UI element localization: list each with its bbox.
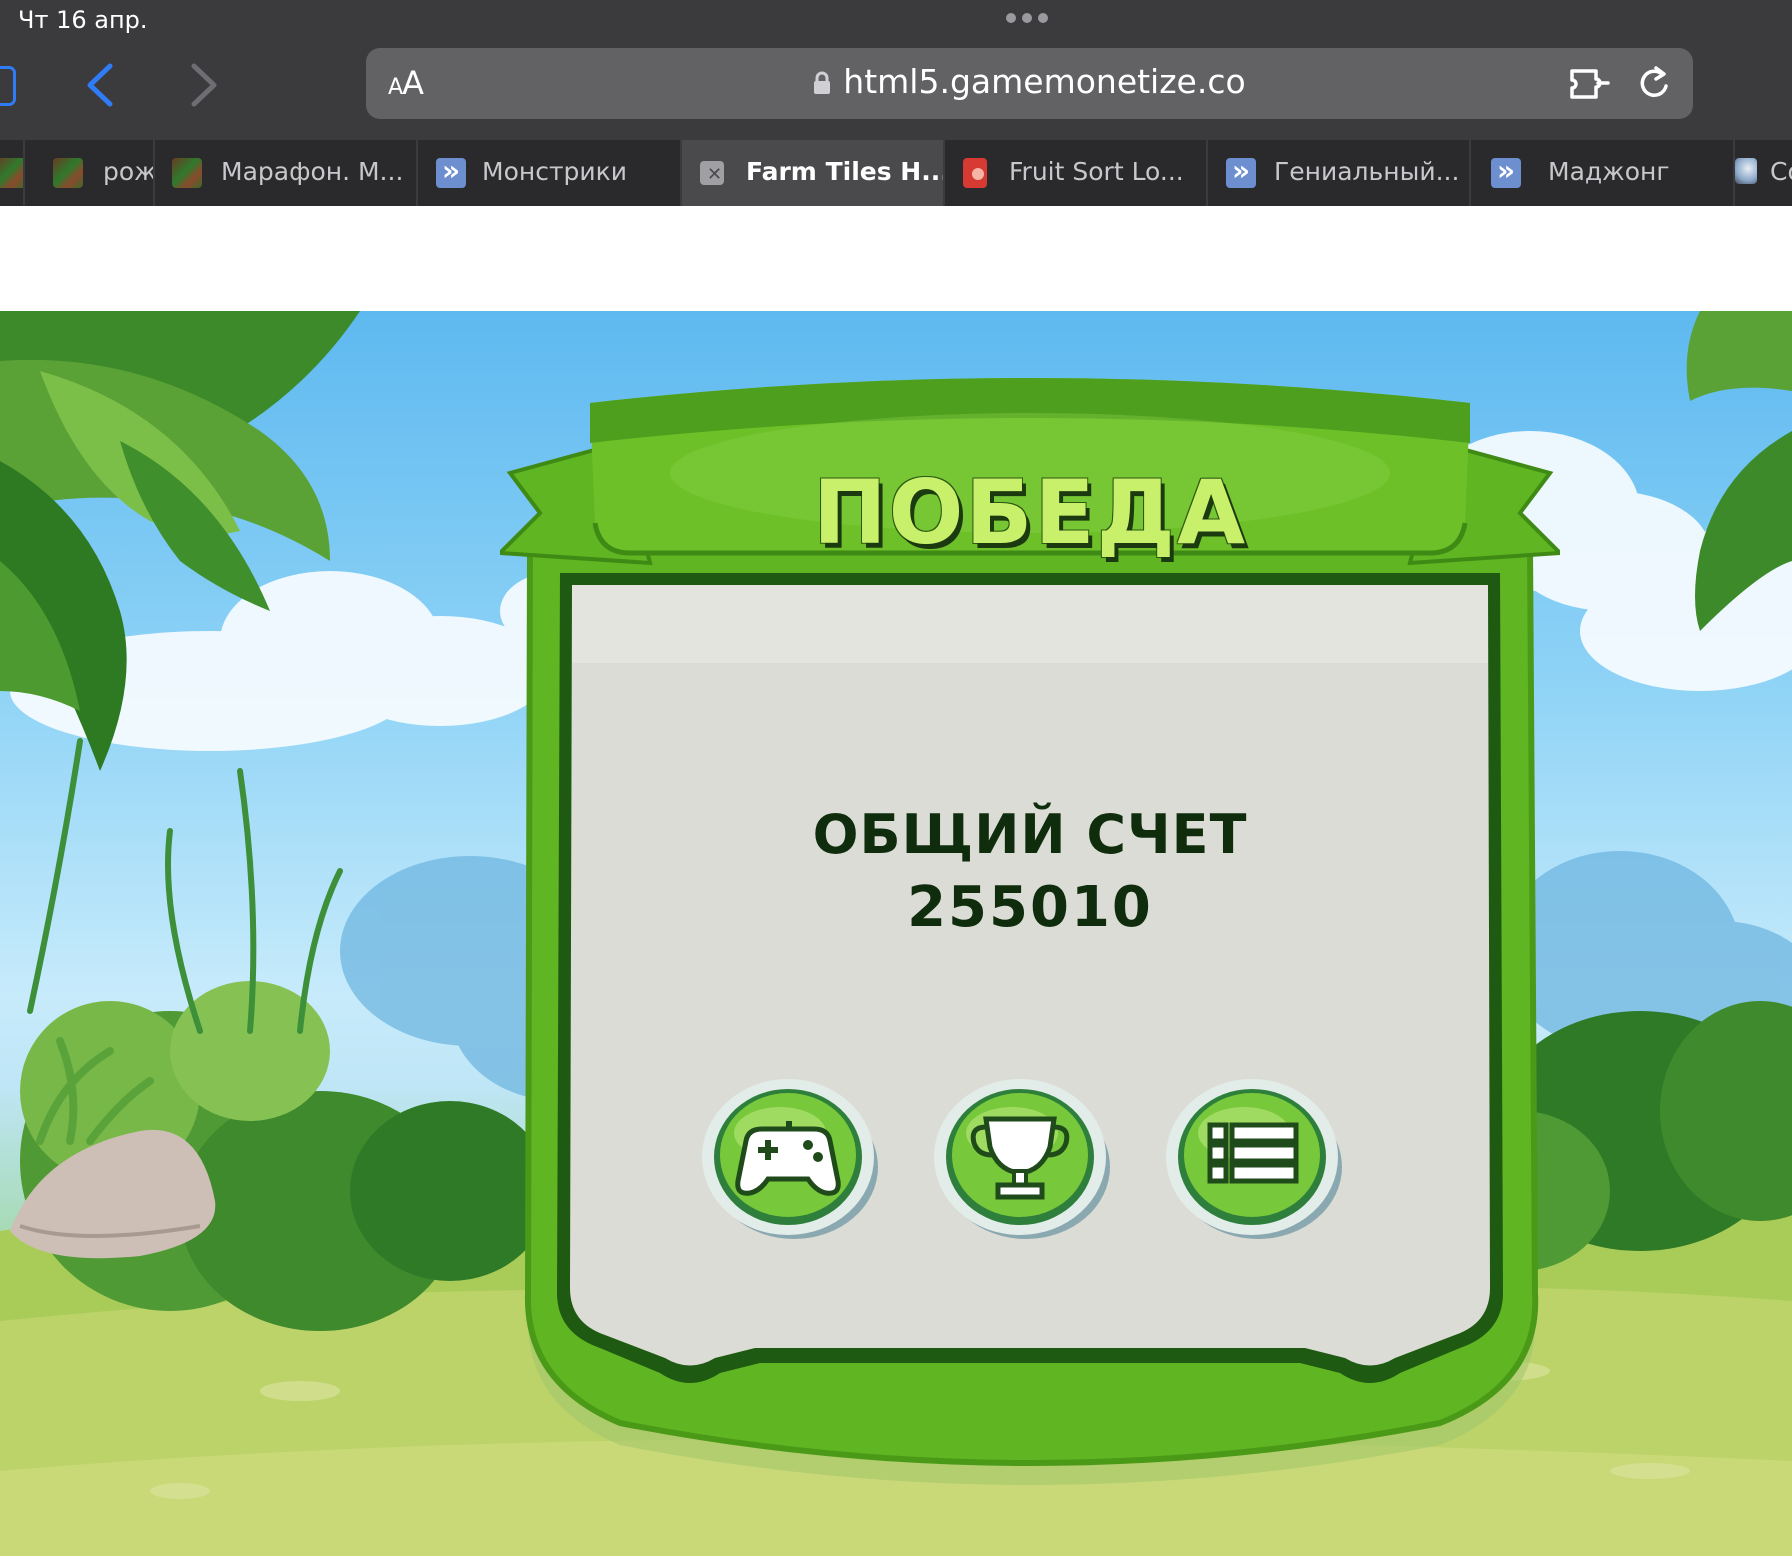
tab-partial-right[interactable]: Co bbox=[1735, 140, 1792, 206]
tab-farm-partial[interactable] bbox=[0, 140, 25, 206]
victory-panel: ПОБЕДА ОБЩИЙ СЧЕТ 255010 bbox=[500, 363, 1560, 1493]
tab-mahjong[interactable]: Маджонг bbox=[1471, 140, 1735, 206]
browser-chrome: Чт 16 апр. AA html5.gamemonetize.co рож … bbox=[0, 0, 1792, 206]
tab-label: Fruit Sort Lo... bbox=[1009, 157, 1184, 186]
forward-arrows-favicon bbox=[436, 154, 466, 188]
forward-arrows-favicon bbox=[1491, 154, 1521, 188]
fruit-favicon bbox=[963, 158, 987, 188]
back-arrow-icon[interactable] bbox=[76, 58, 126, 112]
play-button[interactable] bbox=[698, 1071, 880, 1243]
forward-arrows-favicon bbox=[1226, 154, 1256, 188]
tab-label: рож bbox=[103, 157, 155, 186]
score-label: ОБЩИЙ СЧЕТ bbox=[812, 803, 1248, 866]
tab-label: Гениальный... bbox=[1274, 157, 1460, 186]
tab-label: Маджонг bbox=[1548, 157, 1670, 186]
extension-icon[interactable] bbox=[1568, 65, 1612, 103]
tab-fruit-sort[interactable]: Fruit Sort Lo... bbox=[945, 140, 1208, 206]
status-time: Чт 16 апр. bbox=[18, 6, 148, 34]
multitasking-dots-icon[interactable] bbox=[1006, 13, 1048, 23]
tab-farm-tiles[interactable]: Farm Tiles H... bbox=[682, 140, 945, 206]
score-value: 255010 bbox=[907, 875, 1153, 940]
farm-favicon bbox=[172, 158, 202, 188]
tab-label: Марафон. М... bbox=[221, 157, 404, 186]
reload-icon[interactable] bbox=[1636, 64, 1674, 104]
url-text[interactable]: html5.gamemonetize.co bbox=[843, 62, 1245, 101]
sidebar-icon[interactable] bbox=[0, 66, 16, 106]
lock-icon bbox=[814, 71, 831, 94]
game-canvas[interactable]: ПОБЕДА ОБЩИЙ СЧЕТ 255010 bbox=[0, 311, 1792, 1556]
address-bar[interactable]: AA html5.gamemonetize.co bbox=[366, 48, 1693, 119]
victory-title: ПОБЕДА bbox=[812, 461, 1248, 564]
trophy-button[interactable] bbox=[930, 1071, 1112, 1243]
round-favicon bbox=[1735, 158, 1757, 184]
farm-favicon bbox=[0, 158, 23, 188]
tab-label: Farm Tiles H... bbox=[746, 157, 945, 186]
forward-arrow-icon[interactable] bbox=[178, 58, 228, 112]
menu-button[interactable] bbox=[1162, 1071, 1344, 1243]
tab-bar: рож Марафон. М... Монстрики Farm Tiles H… bbox=[0, 140, 1792, 206]
tab-marathon[interactable]: Марафон. М... bbox=[155, 140, 418, 206]
list-icon bbox=[1207, 1122, 1299, 1184]
tab-rozh[interactable]: рож bbox=[25, 140, 155, 206]
farm-favicon bbox=[53, 158, 83, 188]
close-icon[interactable] bbox=[700, 161, 724, 185]
tab-monstriki[interactable]: Монстрики bbox=[418, 140, 682, 206]
tab-genius[interactable]: Гениальный... bbox=[1208, 140, 1471, 206]
tab-label: Co bbox=[1770, 157, 1792, 186]
tab-label: Монстрики bbox=[482, 157, 627, 186]
